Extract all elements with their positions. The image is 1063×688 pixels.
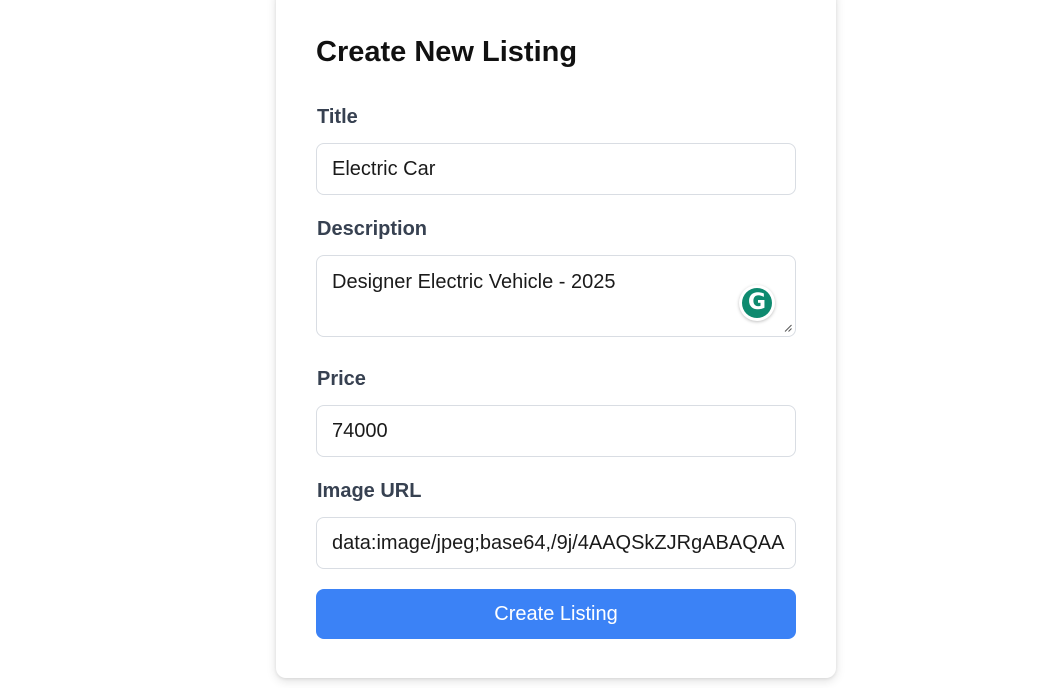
grammarly-icon: G: [742, 288, 772, 318]
title-input[interactable]: Electric Car: [316, 143, 796, 195]
price-label: Price: [317, 368, 366, 390]
description-textarea[interactable]: Designer Electric Vehicle - 2025: [316, 255, 796, 337]
page-title: Create New Listing: [316, 36, 578, 68]
create-listing-button[interactable]: Create Listing: [316, 589, 796, 639]
grammarly-button[interactable]: G: [739, 285, 775, 321]
resize-handle-icon[interactable]: [784, 324, 792, 332]
price-input[interactable]: 74000: [316, 405, 796, 457]
description-label: Description: [317, 218, 428, 240]
create-listing-card: Create New Listing Title Electric Car De…: [276, 0, 836, 678]
image-url-input[interactable]: data:image/jpeg;base64,/9j/4AAQSkZJRgABA…: [316, 517, 796, 569]
image-url-label: Image URL: [317, 480, 422, 502]
title-label: Title: [317, 106, 358, 128]
page: Create New Listing Title Electric Car De…: [0, 0, 1063, 688]
